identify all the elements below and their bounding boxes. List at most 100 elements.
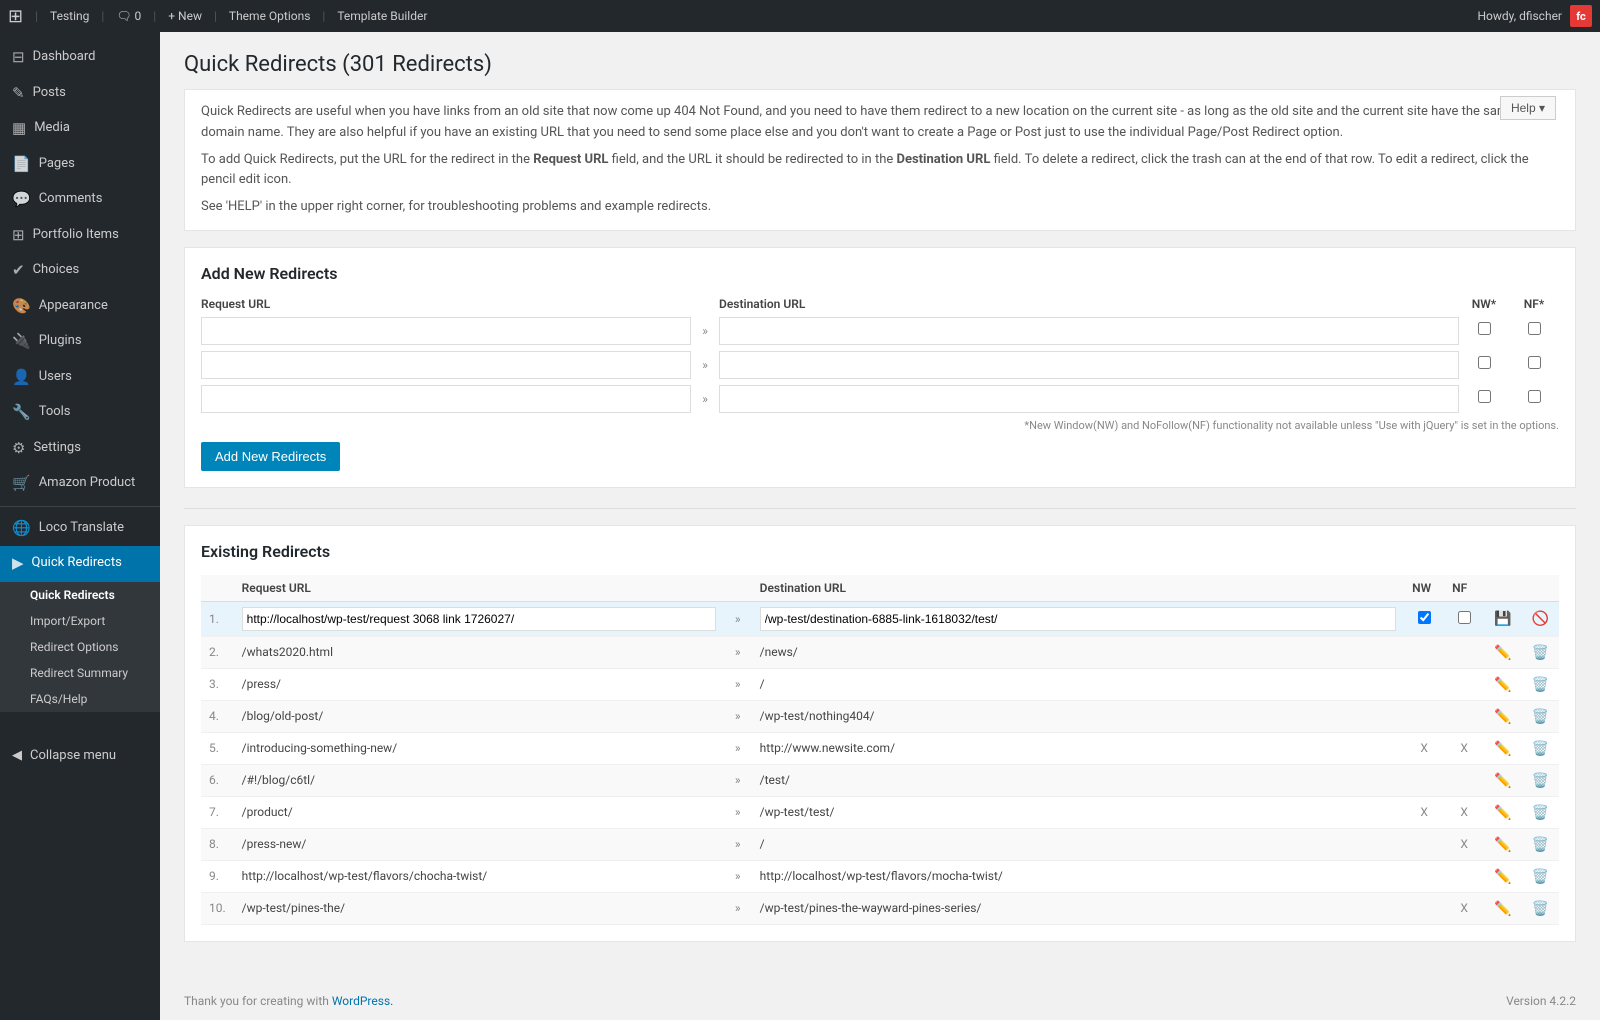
edit-button[interactable]: ✏️ [1492, 802, 1513, 823]
row-nf[interactable] [1444, 601, 1484, 636]
row-nw: X [1404, 732, 1444, 764]
collapse-menu-button[interactable]: ◀ Collapse menu [0, 740, 160, 771]
help-button[interactable]: Help ▾ [1500, 96, 1556, 120]
submenu-item-redirect-options[interactable]: Redirect Options [0, 634, 160, 660]
nf-checkbox[interactable] [1458, 611, 1471, 624]
edit-button[interactable]: ✏️ [1492, 770, 1513, 791]
edit-button[interactable]: ✏️ [1492, 706, 1513, 727]
row-delete[interactable]: 🗑️ [1522, 892, 1559, 924]
request-url-input-3[interactable] [201, 385, 691, 413]
nf-checkbox-3[interactable] [1528, 390, 1541, 403]
nw-checkbox-2[interactable] [1478, 356, 1491, 369]
edit-button[interactable]: ✏️ [1492, 898, 1513, 919]
sidebar-item-plugins[interactable]: 🔌 Plugins [0, 324, 160, 360]
sidebar-item-loco-translate[interactable]: 🌐 Loco Translate [0, 511, 160, 547]
sidebar-item-tools[interactable]: 🔧 Tools [0, 395, 160, 431]
delete-button[interactable]: 🗑️ [1530, 898, 1551, 919]
nw-checkbox-1[interactable] [1478, 322, 1491, 335]
row-num: 7. [201, 796, 234, 828]
sidebar-item-choices[interactable]: ✔ Choices [0, 253, 160, 289]
submenu-item-import-export[interactable]: Import/Export [0, 608, 160, 634]
row-edit[interactable]: ✏️ [1484, 828, 1521, 860]
edit-button[interactable]: ✏️ [1492, 738, 1513, 759]
sidebar-item-posts[interactable]: ✎ Posts [0, 76, 160, 112]
destination-url-input-2[interactable] [719, 351, 1459, 379]
row-edit[interactable]: ✏️ [1484, 700, 1521, 732]
delete-button[interactable]: 🗑️ [1530, 802, 1551, 823]
delete-button[interactable]: 🗑️ [1530, 642, 1551, 663]
destination-url-input-3[interactable] [719, 385, 1459, 413]
row-nw[interactable] [1404, 601, 1444, 636]
comments-count[interactable]: 🗨 0 [116, 9, 141, 23]
row-delete[interactable]: 🗑️ [1522, 796, 1559, 828]
nw-checkbox[interactable] [1418, 611, 1431, 624]
sidebar-item-portfolio-items[interactable]: ⊞ Portfolio Items [0, 218, 160, 254]
row-delete[interactable]: 🗑️ [1522, 732, 1559, 764]
row-edit[interactable]: ✏️ [1484, 796, 1521, 828]
row-delete[interactable]: 🗑️ [1522, 636, 1559, 668]
sidebar-item-amazon-product[interactable]: 🛒 Amazon Product [0, 466, 160, 502]
destination-url-header: Destination URL [719, 297, 1459, 311]
edit-button[interactable]: ✏️ [1492, 834, 1513, 855]
row-edit[interactable]: ✏️ [1484, 732, 1521, 764]
template-builder-link[interactable]: Template Builder [337, 9, 427, 23]
sidebar-item-media[interactable]: ▦ Media [0, 111, 160, 147]
delete-button[interactable]: 🗑️ [1530, 706, 1551, 727]
nw-checkbox-3[interactable] [1478, 390, 1491, 403]
row-destination-edit[interactable] [752, 601, 1404, 636]
sidebar-item-quick-redirects[interactable]: ▶ Quick Redirects [0, 546, 160, 582]
row-nf [1444, 700, 1484, 732]
site-name[interactable]: Testing [50, 9, 89, 23]
row-delete[interactable]: 🗑️ [1522, 700, 1559, 732]
edit-destination-input[interactable] [760, 607, 1396, 631]
edit-button[interactable]: ✏️ [1492, 642, 1513, 663]
row-num: 8. [201, 828, 234, 860]
comments-icon: 💬 [12, 190, 31, 210]
row-edit[interactable]: ✏️ [1484, 668, 1521, 700]
arrow-1: » [691, 324, 719, 338]
row-edit[interactable]: ✏️ [1484, 764, 1521, 796]
delete-button[interactable]: 🗑️ [1530, 770, 1551, 791]
submenu-item-redirect-summary[interactable]: Redirect Summary [0, 660, 160, 686]
row-delete[interactable]: 🗑️ [1522, 668, 1559, 700]
sidebar-item-label: Comments [39, 191, 103, 208]
submenu-item-faqs-help[interactable]: FAQs/Help [0, 686, 160, 712]
add-new-redirects-button[interactable]: Add New Redirects [201, 442, 340, 471]
row-edit[interactable]: ✏️ [1484, 892, 1521, 924]
nf-checkbox-2[interactable] [1528, 356, 1541, 369]
sidebar-item-settings[interactable]: ⚙ Settings [0, 431, 160, 467]
row-edit[interactable]: ✏️ [1484, 860, 1521, 892]
row-delete[interactable]: 🗑️ [1522, 860, 1559, 892]
sidebar-item-users[interactable]: 👤 Users [0, 360, 160, 396]
row-edit[interactable]: ✏️ [1484, 636, 1521, 668]
submenu-item-quick-redirects[interactable]: Quick Redirects [0, 582, 160, 608]
nf-checkbox-1[interactable] [1528, 322, 1541, 335]
new-content-button[interactable]: + New [168, 9, 202, 23]
edit-request-input[interactable] [242, 607, 716, 631]
sidebar-item-appearance[interactable]: 🎨 Appearance [0, 289, 160, 325]
sidebar-item-comments[interactable]: 💬 Comments [0, 182, 160, 218]
row-save[interactable]: 💾 [1484, 601, 1521, 636]
request-url-input-1[interactable] [201, 317, 691, 345]
delete-button[interactable]: 🗑️ [1530, 866, 1551, 887]
delete-button[interactable]: 🚫 [1530, 608, 1551, 629]
row-delete[interactable]: 🚫 [1522, 601, 1559, 636]
row-delete[interactable]: 🗑️ [1522, 828, 1559, 860]
delete-button[interactable]: 🗑️ [1530, 738, 1551, 759]
row-request: http://localhost/wp-test/flavors/chocha-… [234, 860, 724, 892]
table-row: 3. /press/ » / ✏️ 🗑️ [201, 668, 1559, 700]
wordpress-link[interactable]: WordPress. [332, 994, 393, 1008]
sidebar-item-dashboard[interactable]: ⊟ Dashboard [0, 40, 160, 76]
description-para3: See 'HELP' in the upper right corner, fo… [201, 197, 1559, 218]
edit-button[interactable]: ✏️ [1492, 866, 1513, 887]
sidebar-item-pages[interactable]: 📄 Pages [0, 147, 160, 183]
delete-button[interactable]: 🗑️ [1530, 834, 1551, 855]
row-request-edit[interactable] [234, 601, 724, 636]
destination-url-input-1[interactable] [719, 317, 1459, 345]
save-button[interactable]: 💾 [1492, 608, 1513, 629]
theme-options-link[interactable]: Theme Options [229, 9, 311, 23]
row-delete[interactable]: 🗑️ [1522, 764, 1559, 796]
edit-button[interactable]: ✏️ [1492, 674, 1513, 695]
request-url-input-2[interactable] [201, 351, 691, 379]
delete-button[interactable]: 🗑️ [1530, 674, 1551, 695]
